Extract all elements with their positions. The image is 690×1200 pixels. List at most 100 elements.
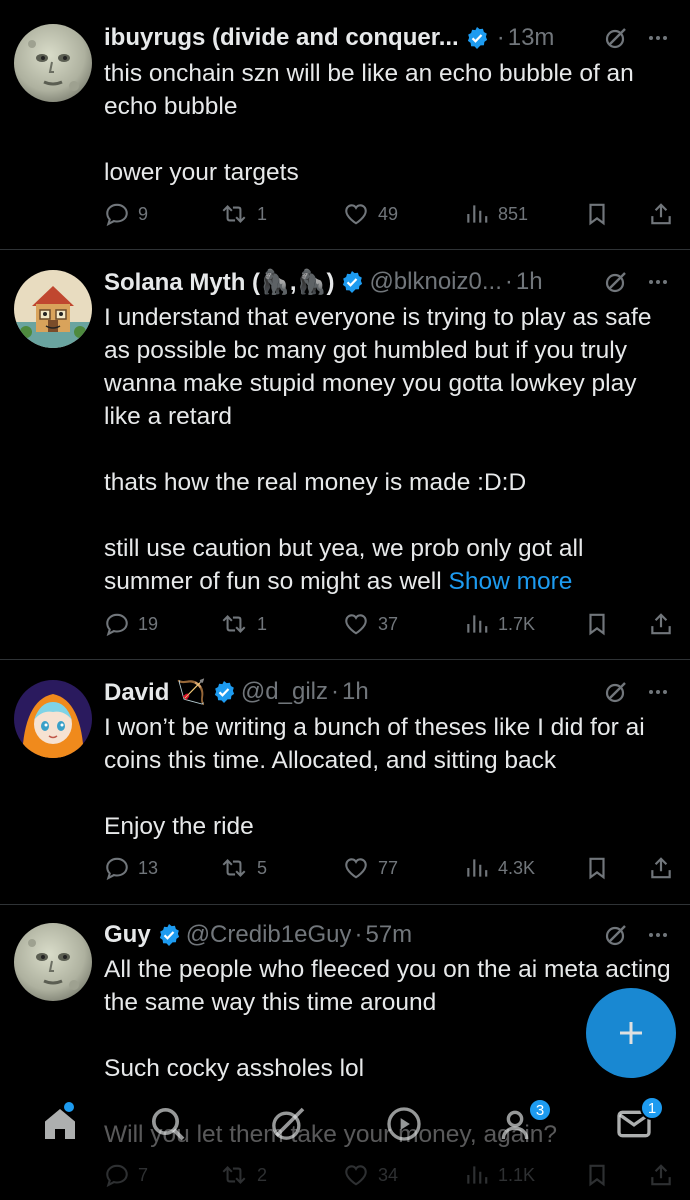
tweet-text: I understand that everyone is trying to … [104,301,672,598]
tweet[interactable]: ibuyrugs (divide and conquer... · 13m th… [0,0,690,250]
display-name[interactable]: Guy [104,921,151,949]
home-notification-dot [64,1102,74,1112]
views-icon [467,205,488,223]
reply-icon [106,203,128,227]
avatar[interactable] [14,680,92,758]
retweet-button[interactable]: 5 [219,855,267,881]
tweet-paragraph: I understand that everyone is trying to … [104,304,652,430]
reply-button[interactable]: 19 [104,611,158,637]
views-icon [467,615,488,633]
grok-icon[interactable] [604,26,628,50]
more-options-icon[interactable] [646,270,670,294]
more-options-icon[interactable] [646,923,670,947]
tweet-header: ibuyrugs (divide and conquer... · 13m [104,22,670,54]
reply-button[interactable]: 13 [104,855,158,881]
communities-badge: 3 [528,1098,552,1122]
retweet-count: 1 [257,613,268,634]
share-button[interactable] [648,200,674,228]
avatar[interactable] [14,923,92,1001]
share-button[interactable] [648,854,674,882]
header-actions [604,266,670,298]
user-handle[interactable]: @blknoiz0... [369,268,501,296]
verified-badge-icon [214,681,235,703]
bottom-navigation: 3 1 [0,1092,690,1200]
display-name[interactable]: David 🏹 [104,678,206,707]
grok-icon[interactable] [604,270,628,294]
more-options-icon[interactable] [646,26,670,50]
retweet-icon [222,205,246,223]
share-button[interactable] [648,610,674,638]
header-actions [604,676,670,708]
tweet[interactable]: David 🏹 @d_gilz · 1h I won’t be writing … [0,660,690,905]
tweet-text: this onchain szn will be like an echo bu… [104,57,672,189]
action-bar: 13 5 77 4.3K [104,852,672,884]
grok-icon [272,1107,305,1140]
views-button[interactable]: 851 [464,201,528,227]
user-handle[interactable]: @Credib1eGuy [186,921,352,949]
bookmark-icon [589,203,605,226]
like-count: 77 [378,857,399,878]
nav-spaces[interactable] [384,1104,424,1144]
tweet[interactable]: Solana Myth (🦍,🦍) @blknoiz0... · 1h I un… [0,250,690,660]
nav-search[interactable] [148,1104,188,1144]
timeline-feed[interactable]: ibuyrugs (divide and conquer... · 13m th… [0,0,690,1200]
bookmark-button[interactable] [584,854,610,882]
tweet-paragraph: thats how the real money is made :D:D [104,469,527,496]
grok-icon[interactable] [604,680,628,704]
like-button[interactable]: 49 [342,201,398,227]
bookmark-button[interactable] [584,200,610,228]
action-bar: 19 1 37 1.7K [104,608,672,640]
verified-badge-icon [467,27,487,49]
like-button[interactable]: 37 [342,611,398,637]
heart-icon [345,614,367,635]
user-handle[interactable]: @d_gilz [241,678,328,706]
share-icon [651,613,671,635]
timestamp[interactable]: 1h [342,678,369,706]
more-options-icon[interactable] [646,680,670,704]
retweet-button[interactable]: 1 [219,611,267,637]
views-button[interactable]: 4.3K [464,855,535,881]
search-icon [152,1108,185,1141]
reply-count: 19 [138,613,159,634]
display-name[interactable]: ibuyrugs (divide and conquer... [104,24,459,52]
display-name[interactable]: Solana Myth (🦍,🦍) [104,268,334,297]
retweet-icon [222,859,246,877]
compose-button[interactable] [586,988,676,1078]
tweet-paragraph: still use caution but yea, we prob only … [104,532,672,598]
share-icon [651,203,671,225]
nav-grok[interactable] [268,1104,308,1144]
avatar[interactable] [14,24,92,102]
like-count: 49 [378,203,399,224]
reply-button[interactable]: 9 [104,201,148,227]
tweet-text: I won’t be writing a bunch of theses lik… [104,711,672,843]
views-button[interactable]: 1.7K [464,611,535,637]
retweet-count: 1 [257,203,268,224]
timestamp[interactable]: 1h [516,268,543,296]
bookmark-button[interactable] [584,610,610,638]
like-button[interactable]: 77 [342,855,398,881]
avatar[interactable] [14,270,92,348]
show-more-link[interactable]: Show more [449,568,573,595]
play-circle-icon [387,1107,421,1141]
tweet-paragraph: Such cocky assholes lol [104,1055,365,1082]
timestamp[interactable]: 13m [508,24,555,52]
heart-icon [345,858,367,879]
retweet-button[interactable]: 1 [219,201,267,227]
retweet-icon [222,615,246,633]
tweet-header: Solana Myth (🦍,🦍) @blknoiz0... · 1h [104,266,670,298]
nav-messages[interactable]: 1 [614,1096,664,1144]
separator: · [354,921,363,948]
plus-icon [620,1022,642,1044]
timestamp[interactable]: 57m [365,921,412,949]
share-icon [651,857,671,879]
grok-icon[interactable] [604,923,628,947]
view-count: 4.3K [498,857,536,878]
home-icon [45,1109,75,1139]
nav-communities[interactable]: 3 [500,1098,552,1144]
verified-badge-icon [159,924,179,946]
tweet-paragraph: lower your targets [104,159,299,186]
reply-icon [106,857,128,881]
view-count: 851 [498,203,529,224]
nav-home[interactable] [40,1102,80,1144]
views-icon [467,859,488,877]
